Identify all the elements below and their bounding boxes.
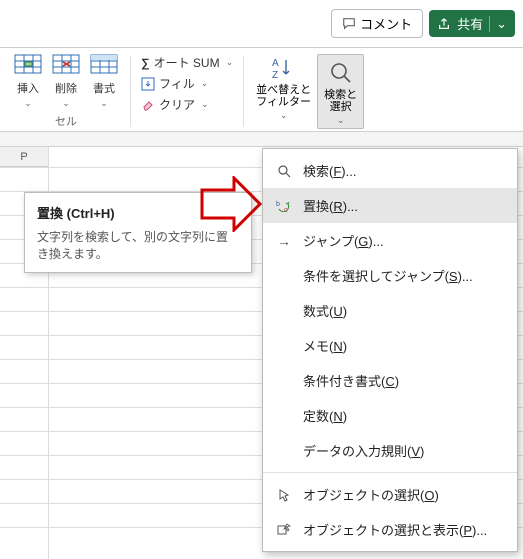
autosum-button[interactable]: ∑ オート SUM ⌄ — [141, 54, 233, 71]
menu-select-objects[interactable]: オブジェクトの選択(O) — [263, 477, 517, 512]
eraser-icon — [141, 98, 155, 112]
menu-data-validation[interactable]: データの入力規則(V) — [263, 433, 517, 468]
sort-filter-label-2: フィルター — [256, 96, 311, 108]
delete-button[interactable]: 削除 ⌄ — [52, 54, 80, 109]
sigma-icon: ∑ — [141, 56, 150, 70]
chevron-down-icon: ⌄ — [201, 78, 209, 89]
magnifier-icon — [327, 59, 355, 87]
fill-down-icon — [141, 77, 155, 91]
tooltip-body: 文字列を検索して、別の文字列に置き換えます。 — [37, 228, 239, 262]
share-chevron[interactable]: ⌄ — [489, 16, 507, 32]
menu-label: 定数(N) — [303, 406, 347, 425]
comment-icon — [342, 17, 356, 31]
format-cells-icon — [90, 54, 118, 78]
cells-group: 挿入 ⌄ 削除 ⌄ 書式 ⌄ セル — [8, 54, 124, 129]
sort-filter-label-1: 並べ替えと — [256, 84, 311, 96]
comments-label: コメント — [360, 14, 412, 33]
sort-filter-button[interactable]: AZ 並べ替えとフィルター ⌄ — [250, 54, 317, 121]
menu-label: データの入力規則(V) — [303, 441, 424, 460]
menu-label: 条件付き書式(C) — [303, 371, 399, 390]
ribbon: 挿入 ⌄ 削除 ⌄ 書式 ⌄ セル ∑ オート SUM ⌄ フィル ⌄ — [0, 48, 523, 132]
magnifier-icon — [277, 164, 291, 178]
menu-notes[interactable]: メモ(N) — [263, 328, 517, 363]
find-select-label-2: 選択 — [330, 101, 352, 113]
clear-label: クリア — [159, 96, 195, 113]
delete-label: 削除 — [55, 80, 77, 96]
insert-button[interactable]: 挿入 ⌄ — [14, 54, 42, 109]
goto-arrow-icon: → — [275, 233, 293, 249]
find-select-menu: 検索(F)... bc 置換(R)... → ジャンプ(G)... 条件を選択し… — [262, 148, 518, 552]
share-button[interactable]: 共有 ⌄ — [429, 10, 515, 37]
cursor-icon — [277, 488, 291, 502]
separator — [130, 56, 131, 127]
menu-label: オブジェクトの選択(O) — [303, 485, 439, 504]
chevron-down-icon: ⌄ — [280, 110, 288, 121]
svg-text:Z: Z — [272, 70, 278, 81]
insert-label: 挿入 — [17, 80, 39, 96]
menu-replace[interactable]: bc 置換(R)... — [263, 188, 517, 223]
menu-label: 条件を選択してジャンプ(S)... — [303, 266, 473, 285]
menu-find[interactable]: 検索(F)... — [263, 153, 517, 188]
menu-label: 数式(U) — [303, 301, 347, 320]
format-label: 書式 — [93, 80, 115, 96]
autosum-label: オート SUM — [154, 54, 220, 71]
share-label: 共有 — [457, 14, 483, 33]
menu-constants[interactable]: 定数(N) — [263, 398, 517, 433]
svg-text:A: A — [272, 58, 279, 69]
format-button[interactable]: 書式 ⌄ — [90, 54, 118, 109]
title-bar: コメント 共有 ⌄ — [0, 0, 523, 48]
separator — [243, 56, 244, 127]
menu-label: ジャンプ(G)... — [303, 231, 384, 250]
chevron-down-icon: ⌄ — [226, 57, 234, 68]
menu-formulas[interactable]: 数式(U) — [263, 293, 517, 328]
menu-goto-special[interactable]: 条件を選択してジャンプ(S)... — [263, 258, 517, 293]
chevron-down-icon: ⌄ — [24, 98, 32, 109]
editing-group: ∑ オート SUM ⌄ フィル ⌄ クリア ⌄ — [137, 54, 237, 113]
cells-group-label: セル — [55, 113, 77, 129]
menu-label: オブジェクトの選択と表示(P)... — [303, 520, 487, 539]
clear-button[interactable]: クリア ⌄ — [141, 96, 233, 113]
menu-goto[interactable]: → ジャンプ(G)... — [263, 223, 517, 258]
svg-text:b: b — [276, 201, 280, 208]
sort-filter-icon: AZ — [270, 54, 298, 82]
menu-label: メモ(N) — [303, 336, 347, 355]
menu-separator — [263, 472, 517, 473]
annotation-arrow — [200, 176, 264, 232]
fill-label: フィル — [159, 75, 195, 92]
menu-label: 置換(R)... — [303, 196, 358, 215]
column-header-p[interactable]: P — [0, 147, 48, 167]
chevron-down-icon: ⌄ — [100, 98, 108, 109]
menu-selection-pane[interactable]: オブジェクトの選択と表示(P)... — [263, 512, 517, 547]
comments-button[interactable]: コメント — [331, 9, 423, 38]
chevron-down-icon: ⌄ — [337, 115, 345, 126]
menu-conditional-format[interactable]: 条件付き書式(C) — [263, 363, 517, 398]
chevron-down-icon: ⌄ — [62, 98, 70, 109]
menu-label: 検索(F)... — [303, 161, 356, 180]
chevron-down-icon: ⌄ — [201, 99, 209, 110]
delete-cells-icon — [52, 54, 80, 78]
share-icon — [437, 17, 451, 31]
find-select-button[interactable]: 検索と選択 ⌄ — [317, 54, 364, 129]
fill-button[interactable]: フィル ⌄ — [141, 75, 233, 92]
find-select-label-1: 検索と — [324, 89, 357, 101]
insert-cells-icon — [14, 54, 42, 78]
selection-pane-icon — [277, 523, 291, 537]
replace-icon: bc — [276, 199, 292, 213]
